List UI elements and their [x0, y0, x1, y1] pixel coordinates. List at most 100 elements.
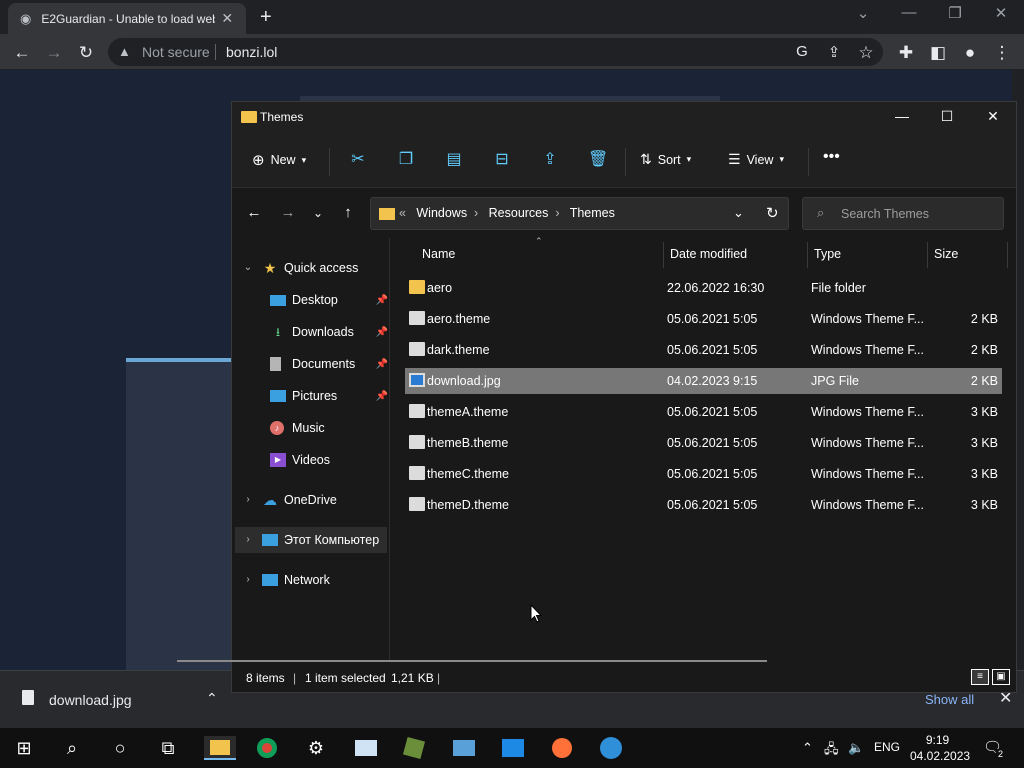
minimize-button[interactable]: — — [897, 4, 921, 26]
security-label[interactable]: Not secure — [142, 44, 210, 60]
back-icon[interactable]: ← — [12, 43, 32, 63]
settings-gear-icon[interactable]: ⚙ — [302, 736, 330, 760]
new-tab-button[interactable]: + — [260, 6, 272, 29]
recent-locations-icon[interactable]: ⌄ — [308, 206, 328, 220]
browser-tab[interactable]: ◉ E2Guardian - Unable to load web ✕ — [8, 3, 246, 34]
profile-icon[interactable]: ● — [960, 43, 980, 63]
breadcrumb-themes[interactable]: Themes — [570, 206, 615, 220]
nav-item-music[interactable]: ♪ Music — [270, 415, 325, 441]
explorer-titlebar[interactable]: Themes — ☐ ✕ — [232, 102, 1016, 134]
warning-icon[interactable]: ▲ — [118, 44, 131, 59]
file-row[interactable]: aero.theme 05.06.2021 5:05 Windows Theme F… — [405, 306, 1002, 332]
url-text[interactable]: bonzi.lol — [226, 44, 277, 60]
column-divider[interactable] — [1007, 242, 1008, 268]
network-icon[interactable]: 🖧 — [824, 740, 839, 762]
minecraft-icon[interactable] — [400, 736, 428, 760]
chevron-down-icon[interactable]: ⌄ — [733, 205, 744, 221]
nav-item-quick-access[interactable]: ⌄ ★ Quick access — [240, 255, 359, 281]
bookmark-star-icon[interactable]: ☆ — [856, 43, 876, 63]
tab-close-icon[interactable]: ✕ — [221, 10, 233, 27]
details-view-icon[interactable]: ≡ — [971, 669, 989, 685]
nav-item-desktop[interactable]: Desktop 📌 — [270, 287, 388, 313]
download-item-name[interactable]: download.jpg — [49, 692, 132, 708]
nav-item-network[interactable]: › Network — [240, 567, 330, 593]
search-box[interactable]: ⌕ — [802, 197, 1004, 230]
file-row[interactable]: themeA.theme 05.06.2021 5:05 Windows Theme… — [405, 399, 1002, 425]
new-button[interactable]: ⊕ New ▾ — [252, 151, 306, 169]
sort-button[interactable]: ⇅ Sort ▾ — [640, 151, 691, 168]
tab-search-icon[interactable]: ⌄ — [851, 4, 875, 26]
breadcrumb-overflow[interactable]: « — [399, 206, 406, 220]
file-row[interactable]: download.jpg 04.02.2023 9:15 JPG File 2 KB — [405, 368, 1002, 394]
file-explorer-taskbar-icon[interactable] — [204, 736, 236, 760]
paste-icon[interactable]: ▤ — [444, 149, 464, 169]
nav-item-documents[interactable]: Documents 📌 — [270, 351, 388, 377]
horizontal-scrollbar[interactable] — [177, 660, 767, 662]
minimize-button[interactable]: — — [887, 108, 917, 124]
nav-item-downloads[interactable]: ⭳ Downloads 📌 — [270, 319, 388, 345]
share-icon[interactable]: ⇪ — [824, 43, 844, 61]
nav-item-videos[interactable]: ▶ Videos — [270, 447, 330, 473]
column-header-date[interactable]: Date modified — [670, 247, 747, 261]
omnibox[interactable]: ▲ Not secure bonzi.lol — [108, 38, 883, 66]
chrome-icon[interactable] — [253, 736, 281, 760]
more-options-icon[interactable]: ••• — [823, 148, 840, 166]
menu-icon[interactable]: ⋮ — [992, 43, 1012, 63]
side-panel-icon[interactable]: ◧ — [928, 43, 948, 63]
task-view-icon[interactable]: ⧉ — [154, 736, 182, 760]
maximize-button[interactable]: ☐ — [932, 108, 962, 125]
show-all-link[interactable]: Show all — [925, 692, 974, 707]
breadcrumb-resources[interactable]: Resources — [489, 206, 549, 220]
delete-icon[interactable]: 🗑 — [588, 149, 608, 169]
search-icon[interactable]: ⌕ — [58, 736, 86, 760]
close-window-button[interactable]: ✕ — [989, 4, 1013, 26]
chevron-up-icon[interactable]: ⌃ — [206, 690, 218, 707]
column-header-type[interactable]: Type — [814, 247, 841, 261]
pin-icon[interactable]: 📌 — [376, 327, 388, 338]
nav-item-onedrive[interactable]: › ☁ OneDrive — [240, 487, 336, 513]
file-row[interactable]: themeD.theme 05.06.2021 5:05 Windows Theme… — [405, 492, 1002, 518]
forward-icon[interactable]: → — [44, 43, 64, 63]
taskbar-clock[interactable]: 9:19 04.02.2023 — [910, 732, 970, 764]
cortana-icon[interactable]: ○ — [106, 736, 134, 760]
up-icon[interactable]: ↑ — [338, 204, 358, 221]
restore-button[interactable]: ❐ — [943, 4, 967, 26]
app-icon[interactable] — [499, 736, 527, 760]
breadcrumb-windows[interactable]: Windows — [416, 206, 467, 220]
close-button[interactable]: ✕ — [978, 108, 1008, 125]
cut-icon[interactable]: ✂ — [348, 149, 368, 169]
pin-icon[interactable]: 📌 — [376, 359, 388, 370]
file-row[interactable]: aero 22.06.2022 16:30 File folder — [405, 275, 1002, 301]
search-input[interactable] — [841, 205, 991, 223]
file-icon[interactable] — [22, 690, 34, 705]
app-settings-icon[interactable] — [597, 736, 625, 760]
firefox-icon[interactable] — [548, 736, 576, 760]
file-row[interactable]: dark.theme 05.06.2021 5:05 Windows Theme F… — [405, 337, 1002, 363]
forward-icon[interactable]: → — [278, 204, 298, 221]
column-header-size[interactable]: Size — [934, 247, 958, 261]
column-divider[interactable] — [663, 242, 664, 268]
extensions-icon[interactable]: ✚ — [896, 43, 916, 63]
back-icon[interactable]: ← — [244, 204, 264, 221]
windows-start-icon[interactable]: ⊞ — [10, 736, 38, 760]
language-indicator[interactable]: ENG — [874, 740, 900, 754]
pin-icon[interactable]: 📌 — [376, 295, 388, 306]
pin-icon[interactable]: 📌 — [376, 391, 388, 402]
resource-monitor-icon[interactable] — [352, 736, 380, 760]
column-header-name[interactable]: Name — [422, 247, 455, 261]
tiles-view-icon[interactable]: ▣ — [992, 669, 1010, 685]
nav-item-this-pc[interactable]: › Этот Компьютер — [235, 527, 387, 553]
view-button[interactable]: ☰ View ▾ — [728, 151, 784, 168]
column-divider[interactable] — [807, 242, 808, 268]
column-divider[interactable] — [927, 242, 928, 268]
file-row[interactable]: themeB.theme 05.06.2021 5:05 Windows Theme… — [405, 430, 1002, 456]
volume-icon[interactable]: 🔈 — [848, 740, 864, 756]
copy-icon[interactable]: ❐ — [396, 149, 416, 169]
share-icon[interactable]: ⇪ — [540, 149, 560, 169]
control-panel-icon[interactable] — [450, 736, 478, 760]
nav-item-pictures[interactable]: Pictures 📌 — [270, 383, 388, 409]
reload-icon[interactable]: ↻ — [76, 43, 96, 63]
file-row[interactable]: themeC.theme 05.06.2021 5:05 Windows Theme… — [405, 461, 1002, 487]
address-bar[interactable]: « Windows › Resources › Themes ⌄ ↻ — [370, 197, 789, 230]
google-lens-icon[interactable]: G — [792, 43, 812, 60]
